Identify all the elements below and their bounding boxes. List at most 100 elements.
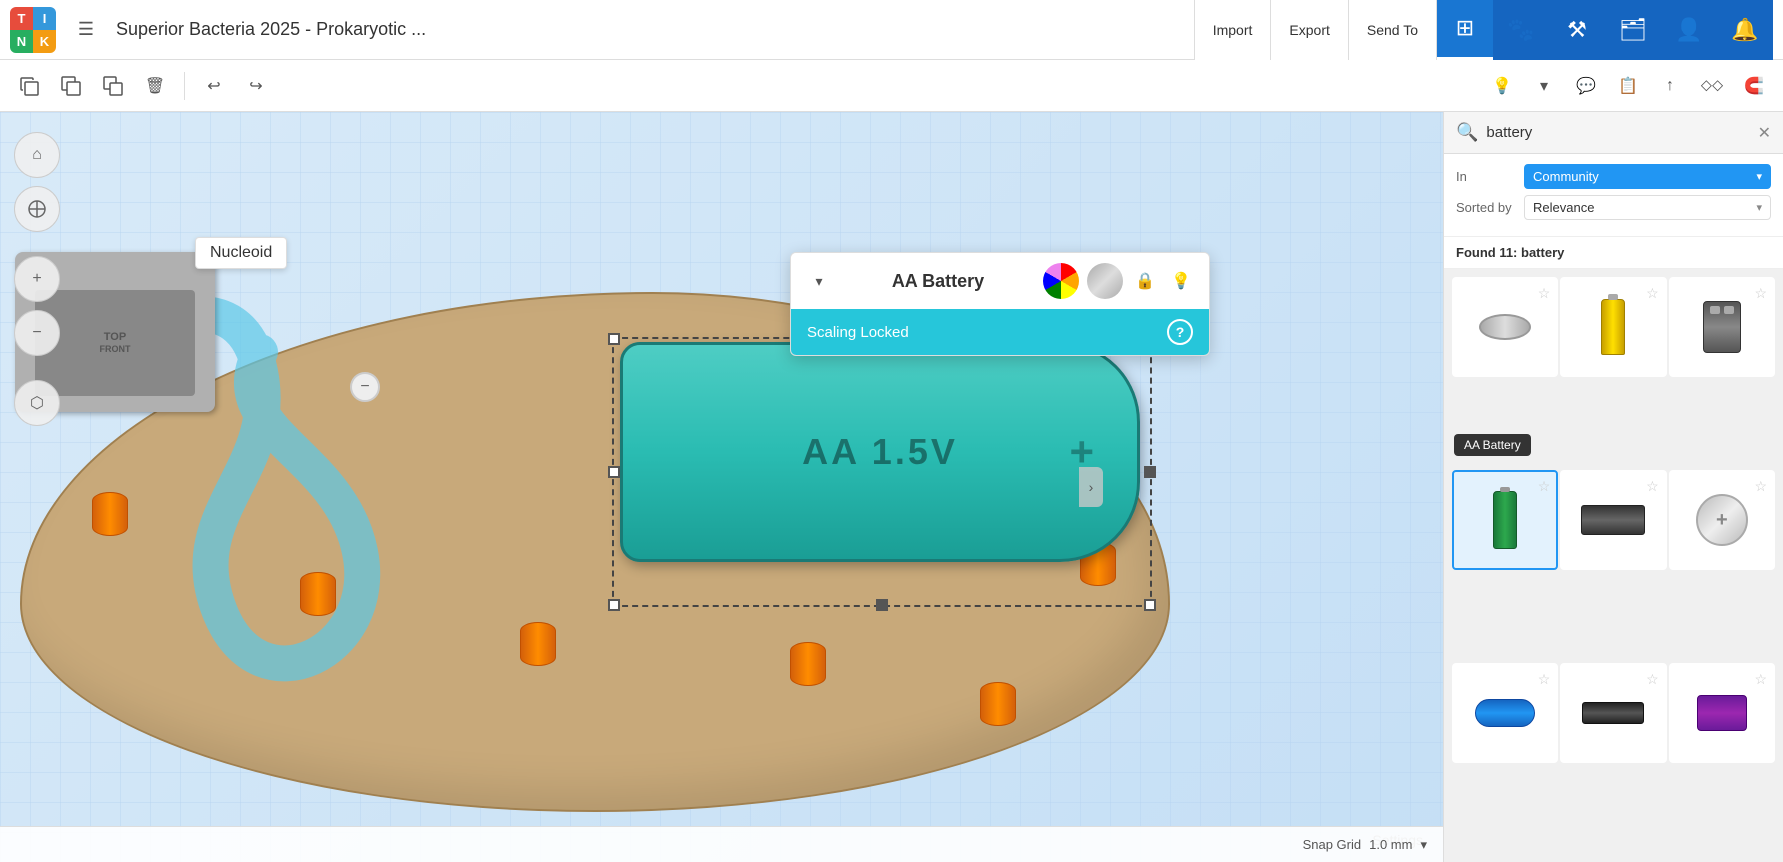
- grid-item-6[interactable]: ☆ +: [1669, 470, 1775, 570]
- grid-item-1[interactable]: ☆: [1452, 277, 1558, 377]
- search-icon: 🔍: [1456, 122, 1478, 143]
- grid-item-3[interactable]: ☆: [1669, 277, 1775, 377]
- color-picker-button[interactable]: [1043, 263, 1079, 299]
- battery-round-icon: [1479, 314, 1531, 340]
- community-dropdown[interactable]: Community ▾: [1524, 164, 1771, 189]
- zoom-in-button[interactable]: +: [14, 256, 60, 302]
- battery-black-long-shape: [1581, 681, 1645, 745]
- panel-collapse-arrow[interactable]: ›: [1079, 467, 1103, 507]
- undo-button[interactable]: ↩: [195, 67, 233, 105]
- relevance-dropdown[interactable]: Relevance ▾: [1524, 195, 1771, 220]
- star-icon-5[interactable]: ☆: [1646, 478, 1659, 495]
- battery-blue-rect-shape: [1473, 681, 1537, 745]
- lock-icon[interactable]: 🔒: [1131, 267, 1159, 295]
- toolbar-separator-1: [184, 72, 185, 100]
- import-button[interactable]: Import: [1195, 0, 1272, 60]
- star-icon-2[interactable]: ☆: [1646, 285, 1659, 302]
- tinker-button[interactable]: ⚒: [1549, 0, 1605, 60]
- tinkercad-logo[interactable]: T I N K: [10, 7, 56, 53]
- orange-cyl-3: [520, 622, 556, 666]
- sortby-filter-row: Sorted by Relevance ▾: [1456, 195, 1771, 220]
- search-bar: 🔍 ✕: [1444, 112, 1783, 154]
- visibility-icon[interactable]: 💡: [1167, 267, 1195, 295]
- snap-grid-chevron[interactable]: ▾: [1420, 837, 1427, 853]
- star-icon-9[interactable]: ☆: [1754, 671, 1767, 688]
- filters-section: In Community ▾ Sorted by Relevance ▾: [1444, 154, 1783, 237]
- battery-9v-icon: [1703, 301, 1741, 353]
- view-cube-button[interactable]: ⬡: [14, 380, 60, 426]
- right-panel: 🔍 ✕ In Community ▾ Sorted by Relevance ▾: [1443, 112, 1783, 862]
- battery-purple-shape: [1690, 681, 1754, 745]
- grid-item-8[interactable]: ☆: [1560, 663, 1666, 763]
- star-icon-6[interactable]: ☆: [1754, 478, 1767, 495]
- snap-grid-label: Snap Grid: [1303, 837, 1362, 852]
- orange-cyl-1: [92, 492, 128, 536]
- battery-aa-green-shape: [1473, 488, 1537, 552]
- topbar: T I N K ☰ Superior Bacteria 2025 - Proka…: [0, 0, 1783, 60]
- grid-item-9[interactable]: ☆: [1669, 663, 1775, 763]
- duplicate-button[interactable]: [94, 67, 132, 105]
- star-icon-8[interactable]: ☆: [1646, 671, 1659, 688]
- popup-chevron[interactable]: ▾: [805, 267, 833, 295]
- gallery-button[interactable]: 🐾: [1493, 0, 1549, 60]
- battery-main-object[interactable]: AA 1.5V +: [620, 342, 1140, 562]
- projects-button[interactable]: 🗂: [1605, 0, 1661, 60]
- light-dropdown[interactable]: ▾: [1525, 67, 1563, 105]
- align-button[interactable]: 🧲: [1735, 67, 1773, 105]
- logo-t: T: [10, 7, 33, 30]
- profile-button[interactable]: 👤: [1661, 0, 1717, 60]
- send-to-button[interactable]: Send To: [1349, 0, 1437, 60]
- community-dropdown-arrow: ▾: [1756, 170, 1762, 183]
- export-button[interactable]: Export: [1271, 0, 1348, 60]
- star-icon-4[interactable]: ☆: [1538, 478, 1551, 495]
- fit-view-button[interactable]: [14, 186, 60, 232]
- snap-grid-bar: Snap Grid 1.0 mm ▾: [0, 826, 1443, 862]
- battery-popup-title: AA Battery: [892, 271, 984, 292]
- star-icon-3[interactable]: ☆: [1754, 285, 1767, 302]
- search-clear-button[interactable]: ✕: [1758, 123, 1771, 143]
- battery-aa-icon: [1601, 299, 1625, 355]
- comment-button[interactable]: 💬: [1567, 67, 1605, 105]
- notifications-button[interactable]: 🔔: [1717, 0, 1773, 60]
- hamburger-button[interactable]: ☰: [66, 10, 106, 50]
- logo-k: K: [33, 30, 56, 53]
- canvas-area[interactable]: TOPFRONT ⌂ + − ⬡ Nucleoid: [0, 112, 1443, 862]
- orange-cyl-2: [300, 572, 336, 616]
- battery-black-long-icon: [1582, 702, 1644, 724]
- battery-blue-rect-icon: [1475, 699, 1535, 727]
- redo-button[interactable]: ↪: [237, 67, 275, 105]
- search-input[interactable]: [1486, 124, 1757, 141]
- left-controls: ⌂ + − ⬡: [14, 132, 60, 426]
- relevance-dropdown-arrow: ▾: [1756, 201, 1762, 214]
- material-picker-button[interactable]: [1087, 263, 1123, 299]
- light-toggle[interactable]: 💡: [1483, 67, 1521, 105]
- battery-tooltip: AA Battery: [1454, 434, 1531, 456]
- battery-round-shape: [1473, 295, 1537, 359]
- scaling-help-button[interactable]: ?: [1167, 319, 1193, 345]
- mirror-button[interactable]: ⬦⬦: [1693, 67, 1731, 105]
- grid-item-5[interactable]: ☆: [1560, 470, 1666, 570]
- battery-popup-header: ▾ AA Battery 🔒 💡: [791, 253, 1209, 309]
- copy-button[interactable]: [10, 67, 48, 105]
- items-grid: ☆ ☆ ☆: [1444, 269, 1783, 862]
- battery-purple-icon: [1697, 695, 1747, 731]
- battery-plus-gray-shape: +: [1690, 488, 1754, 552]
- star-icon-7[interactable]: ☆: [1538, 671, 1551, 688]
- popup-icons: 🔒 💡: [1043, 263, 1195, 299]
- home-view-button[interactable]: ⌂: [14, 132, 60, 178]
- grid-view-button[interactable]: ⊞: [1437, 0, 1493, 60]
- grid-item-4-selected[interactable]: ☆ AA Battery: [1452, 470, 1558, 570]
- zoom-out-button[interactable]: −: [14, 310, 60, 356]
- delete-button[interactable]: 🗑: [136, 67, 174, 105]
- share-button[interactable]: ↑: [1651, 67, 1689, 105]
- star-icon-1[interactable]: ☆: [1538, 285, 1551, 302]
- grid-item-2[interactable]: ☆: [1560, 277, 1666, 377]
- note-button[interactable]: 📋: [1609, 67, 1647, 105]
- secondary-toolbar: 🗑 ↩ ↪ 💡 ▾ 💬 📋 ↑ ⬦⬦ 🧲: [0, 60, 1783, 112]
- zoom-minus-indicator: −: [350, 372, 380, 402]
- grid-item-7[interactable]: ☆: [1452, 663, 1558, 763]
- paste-button[interactable]: [52, 67, 90, 105]
- battery-flat-black-shape: [1581, 488, 1645, 552]
- orange-cyl-4: [790, 642, 826, 686]
- battery-plus-gray-icon: +: [1696, 494, 1748, 546]
